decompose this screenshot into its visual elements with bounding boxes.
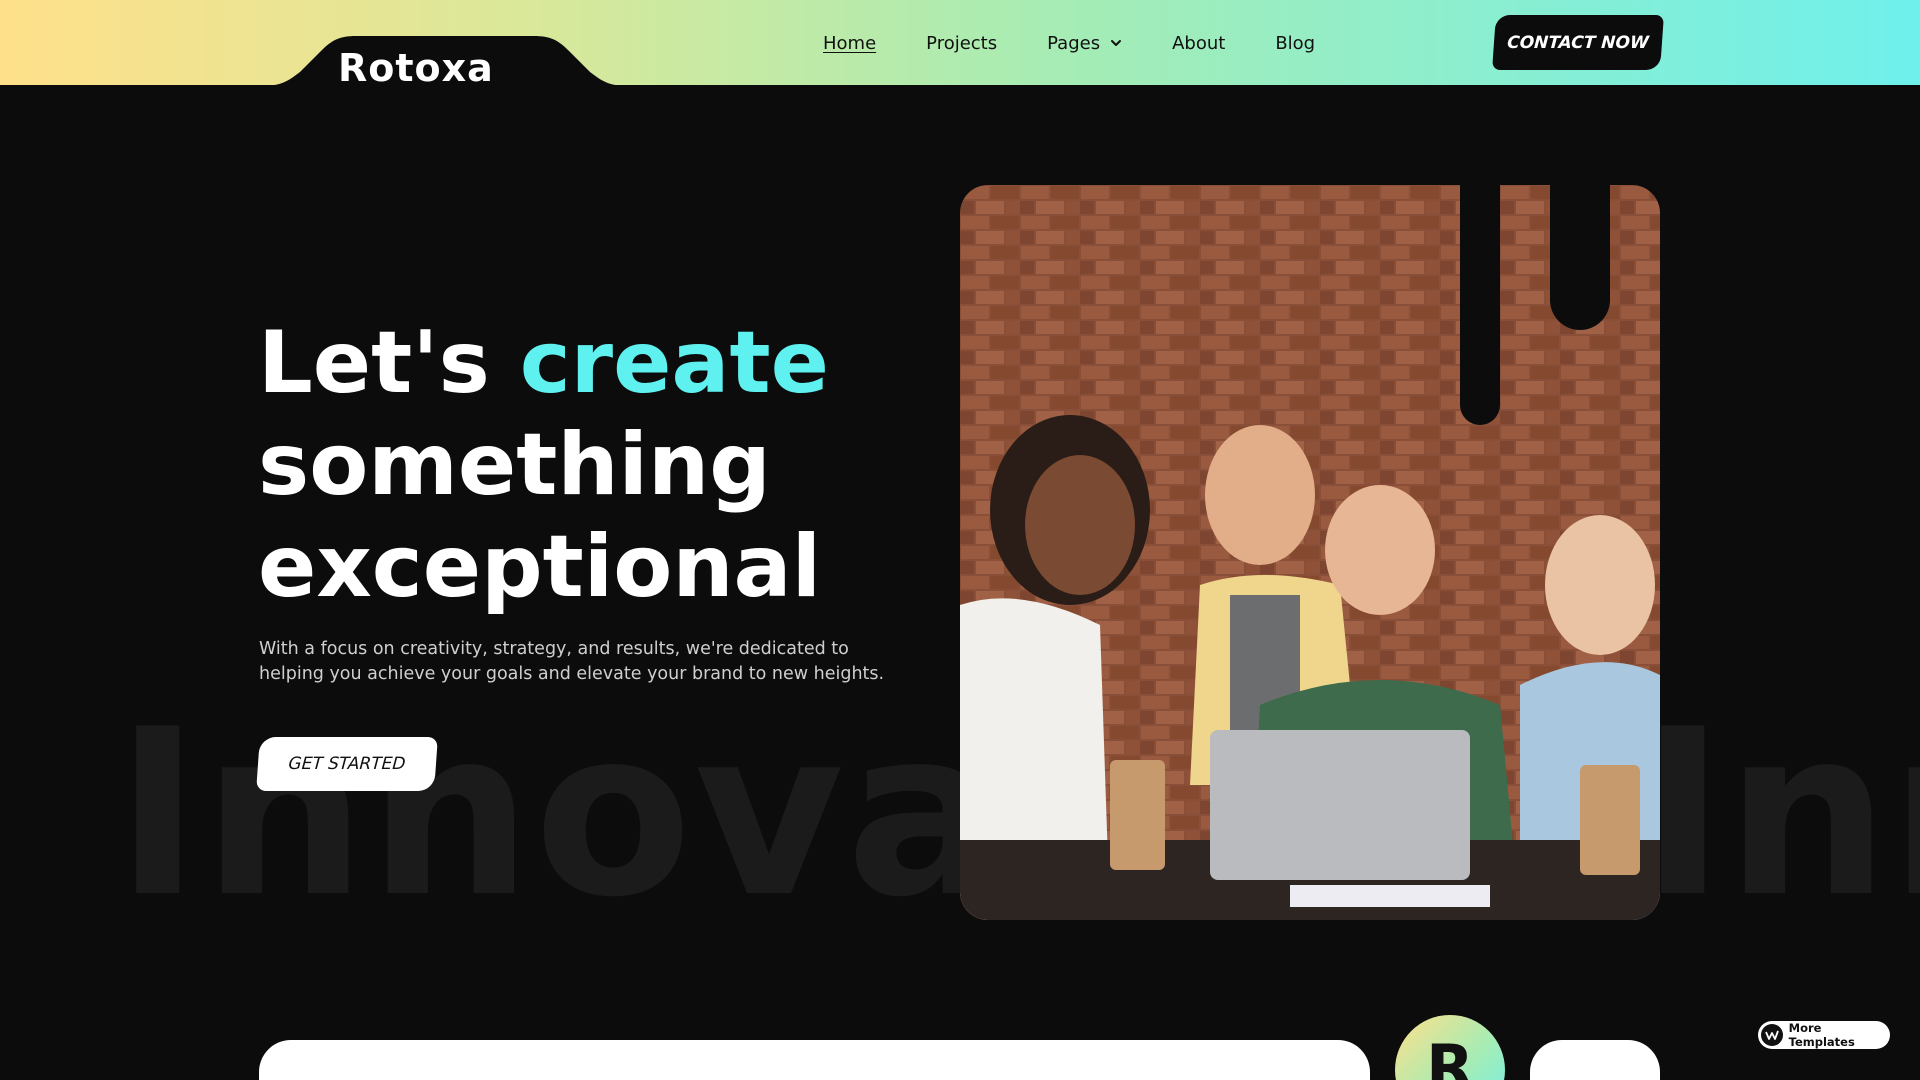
hero-title-accent: create	[519, 313, 829, 413]
webflow-icon	[1761, 1024, 1783, 1046]
more-templates-label: More Templates	[1788, 1021, 1855, 1049]
nav-item-home[interactable]: Home	[823, 33, 876, 54]
contact-now-button[interactable]: CONTACT NOW	[1492, 15, 1664, 70]
nav-item-blog[interactable]: Blog	[1275, 33, 1315, 54]
hero-title-part2: something exceptional	[258, 415, 822, 617]
main-nav: Home Projects Pages About Blog	[823, 28, 1315, 58]
hero-description: With a focus on creativity, strategy, an…	[259, 639, 885, 684]
nav-item-projects[interactable]: Projects	[926, 33, 997, 54]
hero-title: Let's create something exceptional	[258, 312, 898, 618]
brand-badge-letter: R	[1426, 1031, 1474, 1080]
bottom-card	[259, 1040, 1370, 1080]
nav-item-pages-label: Pages	[1047, 32, 1101, 54]
hero-title-part1: Let's	[258, 313, 520, 413]
chevron-down-icon	[1111, 40, 1122, 46]
image-cutout	[1550, 185, 1610, 330]
more-templates-button[interactable]: More Templates	[1758, 1021, 1890, 1049]
brand-logo[interactable]: Rotoxa	[338, 48, 494, 88]
bottom-card	[1530, 1040, 1660, 1080]
image-cutout	[1460, 185, 1500, 425]
get-started-button[interactable]: GET STARTED	[256, 737, 438, 791]
nav-item-about[interactable]: About	[1172, 33, 1225, 54]
nav-item-pages[interactable]: Pages	[1047, 33, 1122, 54]
brand-badge: R	[1395, 1015, 1505, 1080]
background-word-2: Inno	[1640, 690, 1920, 940]
